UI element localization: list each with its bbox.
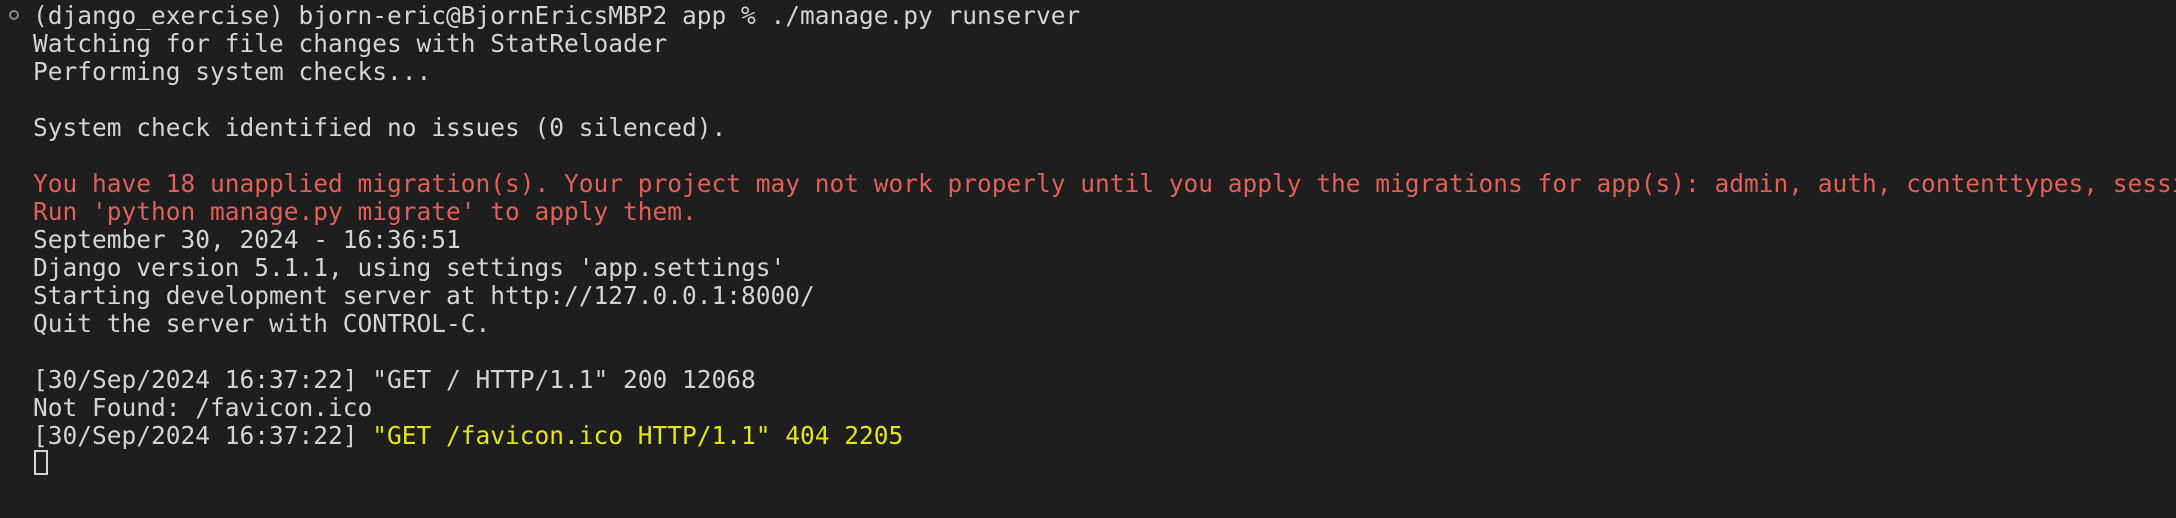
output-check-result: System check identified no issues (0 sil… — [33, 113, 727, 142]
log-line-get-root: [30/Sep/2024 16:37:22] "GET / HTTP/1.1" … — [33, 365, 756, 394]
output-quit-hint: Quit the server with CONTROL-C. — [33, 309, 491, 338]
output-server-start: Starting development server at http://12… — [33, 281, 815, 310]
log-request-404: "GET /favicon.ico HTTP/1.1" 404 2205 — [372, 421, 904, 450]
output-django-version: Django version 5.1.1, using settings 'ap… — [33, 253, 786, 282]
migration-warning-line-2: Run 'python manage.py migrate' to apply … — [33, 197, 697, 226]
log-line-get-favicon: [30/Sep/2024 16:37:22] "GET /favicon.ico… — [33, 422, 903, 450]
output-not-found: Not Found: /favicon.ico — [33, 393, 373, 422]
output-system-checks: Performing system checks... — [33, 57, 432, 86]
log-timestamp: [30/Sep/2024 16:37:22] — [33, 421, 373, 450]
migration-warning-line-1: You have 18 unapplied migration(s). Your… — [33, 169, 2176, 198]
output-watching: Watching for file changes with StatReloa… — [33, 29, 668, 58]
terminal-window[interactable]: (django_exercise) bjorn-eric@BjornEricsM… — [0, 0, 2176, 518]
output-datetime: September 30, 2024 - 16:36:51 — [33, 225, 461, 254]
circle-status-icon — [9, 10, 19, 20]
command-prompt-line: (django_exercise) bjorn-eric@BjornEricsM… — [33, 1, 1081, 30]
terminal-cursor — [34, 450, 48, 475]
